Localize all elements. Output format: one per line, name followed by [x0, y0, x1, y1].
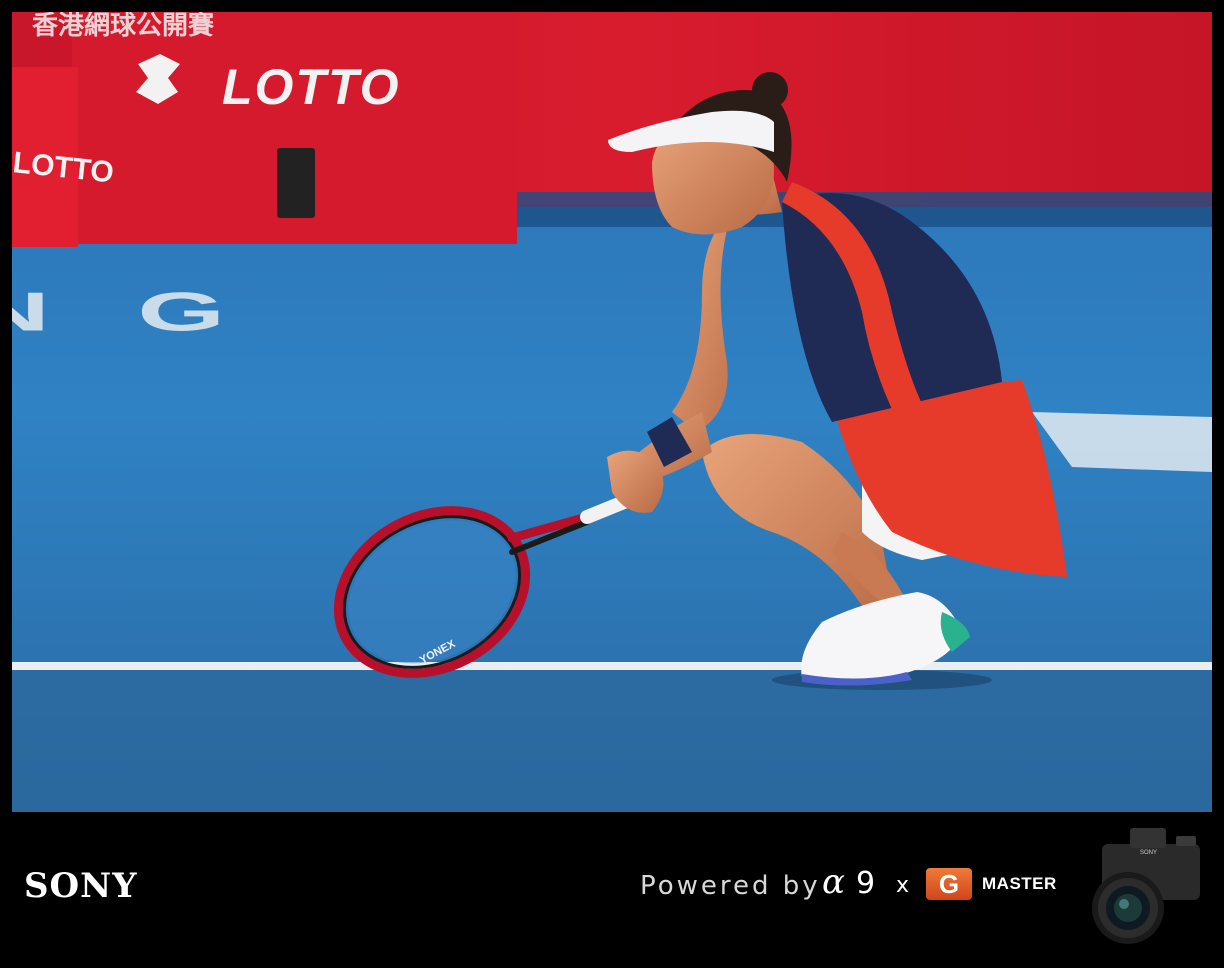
powered-by-text: Powered by [640, 871, 821, 901]
alpha-symbol: α [822, 862, 845, 902]
times-symbol: x [896, 873, 910, 898]
camera-brand-label: SONY [1140, 850, 1157, 856]
banner-text: LOTTO [222, 59, 401, 115]
court-text: NG [12, 281, 312, 342]
camera-icon: SONY [1080, 822, 1204, 948]
photo: 香港網球公開賽 LOTTO LOTTO NG YONEX [12, 12, 1212, 812]
court-foreground [12, 670, 1212, 812]
model-number: 9 [856, 866, 876, 901]
g-master-badge: G [926, 868, 972, 900]
banner-top-text: 香港網球公開賽 [32, 12, 215, 41]
speaker [277, 148, 315, 218]
footer-bar: SONY Powered by α 9 x G MASTER SONY [0, 812, 1224, 968]
master-text: MASTER [982, 874, 1057, 893]
sony-logo: SONY [24, 866, 138, 906]
baseline [12, 662, 1212, 670]
